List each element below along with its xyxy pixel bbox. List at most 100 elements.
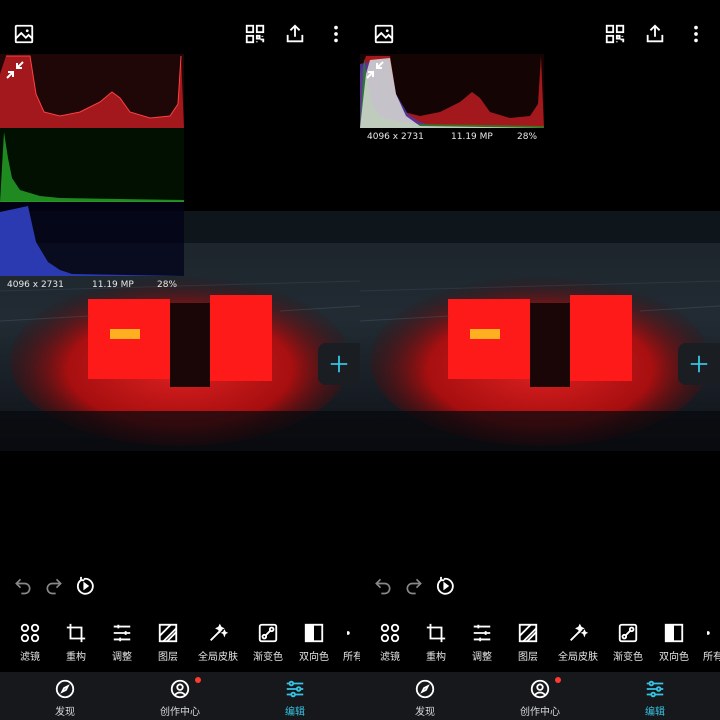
plus-icon (330, 355, 348, 373)
top-toolbar (0, 0, 360, 60)
dual-tone-icon (303, 622, 325, 644)
layers-icon (157, 622, 179, 644)
tool-gradient[interactable]: 渐变色 (605, 618, 651, 664)
tool-reconstruct[interactable]: 重构 (413, 618, 459, 664)
person-circle-icon (169, 678, 191, 700)
reset-icon[interactable] (434, 574, 458, 598)
tool-label: 重构 (66, 652, 86, 663)
tool-label: 渐变色 (613, 652, 643, 663)
undo-icon[interactable] (11, 574, 35, 598)
more-vert-icon[interactable] (322, 20, 350, 48)
qr-code-icon[interactable] (241, 20, 269, 48)
image-megapixels: 11.19 MP (451, 132, 493, 142)
photo-canvas[interactable] (360, 211, 720, 451)
reset-icon[interactable] (74, 574, 98, 598)
qr-code-icon[interactable] (601, 20, 629, 48)
add-layer-button[interactable] (678, 343, 720, 385)
tool-filter[interactable]: 滤镜 (367, 618, 413, 664)
nav-creator-center[interactable]: 创作中心 (145, 672, 215, 720)
photo-image (360, 211, 720, 451)
layers-icon (517, 622, 539, 644)
histogram-panel[interactable]: 4096 x 2731 11.19 MP 28% (360, 54, 544, 146)
bottom-navigation: 发现 创作中心 编辑 (360, 672, 720, 720)
collapse-histogram-icon[interactable] (3, 58, 27, 82)
undo-icon[interactable] (371, 574, 395, 598)
zoom-level: 28% (157, 280, 178, 290)
crop-icon (65, 622, 87, 644)
tool-label: 图层 (158, 652, 178, 663)
tool-dual-tone[interactable]: 双向色 (291, 618, 337, 664)
histogram-info-bar: 4096 x 2731 11.19 MP 28% (360, 128, 544, 148)
plus-icon (690, 355, 708, 373)
add-layer-button[interactable] (318, 343, 360, 385)
image-icon[interactable] (370, 20, 398, 48)
gradient-icon (257, 622, 279, 644)
notification-badge (555, 677, 561, 683)
tool-filter[interactable]: 滤镜 (7, 618, 53, 664)
filter-grid-icon (19, 622, 41, 644)
tool-label: 滤镜 (380, 652, 400, 663)
tool-gradient[interactable]: 渐变色 (245, 618, 291, 664)
magic-wand-icon (567, 622, 589, 644)
histogram-combined (360, 54, 544, 128)
editor-pane-separate-histogram: 4096 x 2731 11.19 MP 28% 滤镜 重构 调整 图层 全局皮… (0, 0, 360, 720)
tool-adjust[interactable]: 调整 (459, 618, 505, 664)
nav-label: 编辑 (645, 707, 665, 718)
histogram-blue-channel (0, 202, 184, 276)
tool-global-skin[interactable]: 全局皮肤 (555, 618, 601, 664)
tool-layers[interactable]: 图层 (505, 618, 551, 664)
top-toolbar (360, 0, 720, 60)
bottom-navigation: 发现 创作中心 编辑 (0, 672, 360, 720)
history-controls (0, 572, 360, 600)
tool-all[interactable]: 所有 (337, 618, 360, 664)
tool-label: 滤镜 (20, 652, 40, 663)
tool-label: 所有 (703, 652, 720, 663)
compass-icon (414, 678, 436, 700)
filter-grid-icon (379, 622, 401, 644)
tool-strip: 滤镜 重构 调整 图层 全局皮肤 渐变色 双向色 所有 (360, 618, 720, 666)
history-controls (360, 572, 720, 600)
nav-edit[interactable]: 编辑 (620, 672, 690, 720)
redo-icon[interactable] (42, 574, 66, 598)
nav-discover[interactable]: 发现 (30, 672, 100, 720)
expand-histogram-icon[interactable] (363, 58, 387, 82)
tool-strip: 滤镜 重构 调整 图层 全局皮肤 渐变色 双向色 所有 (0, 618, 360, 666)
tool-label: 双向色 (299, 652, 329, 663)
tool-label: 全局皮肤 (198, 652, 238, 663)
sliders-icon (111, 622, 133, 644)
nav-label: 编辑 (285, 707, 305, 718)
tool-adjust[interactable]: 调整 (99, 618, 145, 664)
magic-wand-icon (207, 622, 229, 644)
tool-label: 所有 (343, 652, 360, 663)
histogram-info-bar: 4096 x 2731 11.19 MP 28% (0, 276, 184, 296)
person-circle-icon (529, 678, 551, 700)
more-vert-icon[interactable] (682, 20, 710, 48)
editor-pane-combined-histogram: 4096 x 2731 11.19 MP 28% 滤镜 重构 调整 图层 全局皮… (360, 0, 720, 720)
histogram-panel[interactable]: 4096 x 2731 11.19 MP 28% (0, 54, 184, 296)
zoom-level: 28% (517, 132, 538, 142)
tool-dual-tone[interactable]: 双向色 (651, 618, 697, 664)
edit-sliders-icon (644, 678, 666, 700)
tool-label: 调整 (472, 652, 492, 663)
tool-reconstruct[interactable]: 重构 (53, 618, 99, 664)
nav-discover[interactable]: 发现 (390, 672, 460, 720)
nav-label: 发现 (415, 707, 435, 718)
nav-creator-center[interactable]: 创作中心 (505, 672, 575, 720)
compass-icon (54, 678, 76, 700)
notification-badge (195, 677, 201, 683)
nav-label: 发现 (55, 707, 75, 718)
gradient-icon (617, 622, 639, 644)
image-dimensions: 4096 x 2731 (367, 132, 424, 142)
tool-layers[interactable]: 图层 (145, 618, 191, 664)
nav-edit[interactable]: 编辑 (260, 672, 330, 720)
share-upload-icon[interactable] (641, 20, 669, 48)
tool-all[interactable]: 所有 (697, 618, 720, 664)
nav-label: 创作中心 (520, 707, 560, 718)
histogram-red-channel (0, 54, 184, 128)
share-upload-icon[interactable] (281, 20, 309, 48)
tool-label: 渐变色 (253, 652, 283, 663)
dual-tone-icon (663, 622, 685, 644)
tool-global-skin[interactable]: 全局皮肤 (195, 618, 241, 664)
image-icon[interactable] (10, 20, 38, 48)
redo-icon[interactable] (402, 574, 426, 598)
